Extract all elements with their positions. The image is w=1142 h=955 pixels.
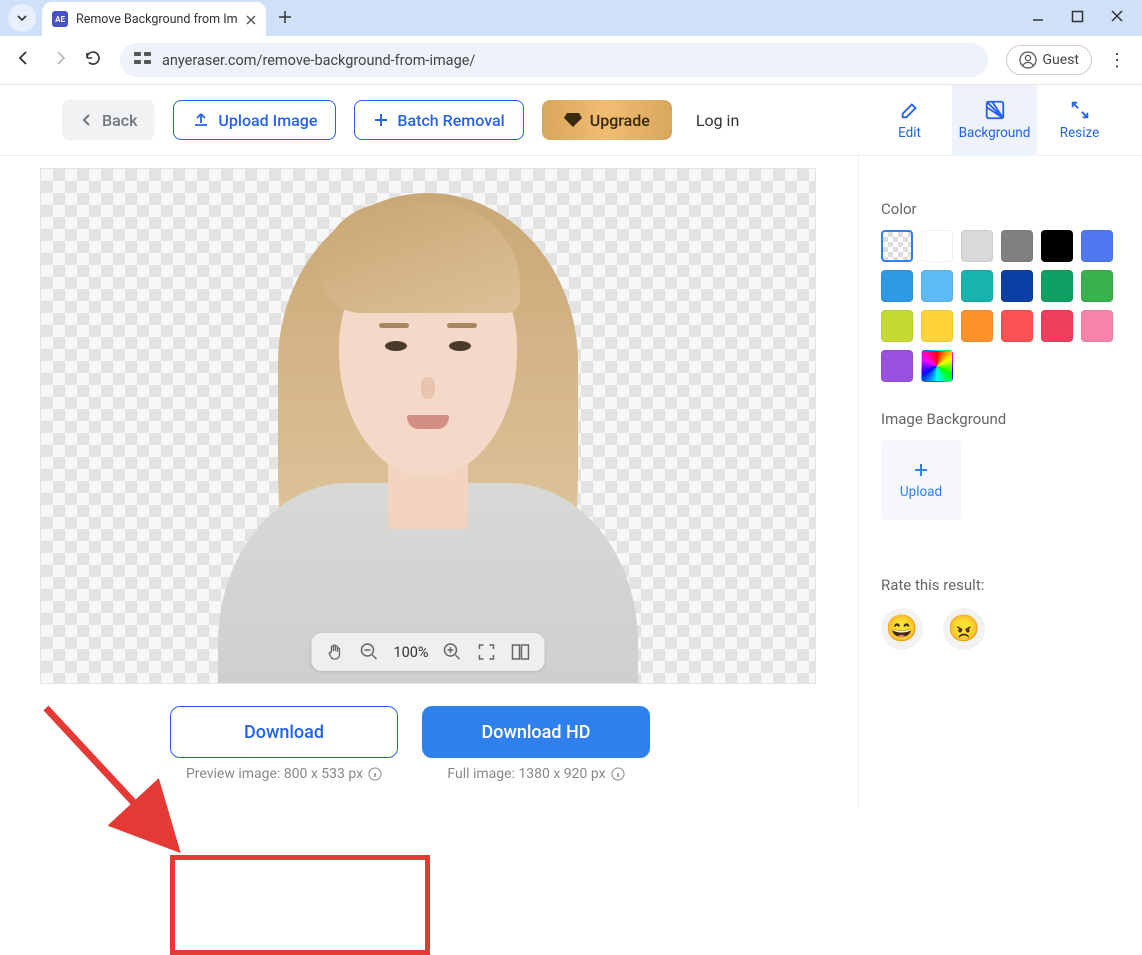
plus-icon	[912, 461, 930, 479]
resize-icon	[1069, 99, 1091, 121]
fit-screen-icon[interactable]	[477, 642, 497, 662]
download-hd-button[interactable]: Download HD	[422, 706, 650, 758]
nav-back-icon[interactable]	[12, 49, 36, 71]
color-swatch-37b24d[interactable]	[1081, 270, 1113, 302]
image-canvas[interactable]: 100%	[40, 168, 816, 684]
annotation-highlight	[170, 855, 430, 955]
new-tab-button[interactable]	[278, 9, 292, 28]
tab-background[interactable]: Background	[952, 85, 1037, 156]
color-swatch-transparent[interactable]	[881, 230, 913, 262]
info-icon[interactable]	[611, 767, 625, 781]
color-swatch-rainbow[interactable]	[921, 350, 953, 382]
download-button[interactable]: Download	[170, 706, 398, 758]
image-bg-section-label: Image Background	[881, 410, 1118, 428]
preview-dimensions: Preview image: 800 x 533 px	[186, 766, 382, 782]
upload-icon	[192, 111, 210, 129]
upgrade-button[interactable]: Upgrade	[542, 100, 672, 140]
tab-close-icon[interactable]	[246, 10, 256, 29]
diamond-icon	[564, 112, 582, 128]
login-link[interactable]: Log in	[696, 111, 739, 130]
background-icon	[984, 99, 1006, 121]
color-swatch-5cbbf2[interactable]	[921, 270, 953, 302]
profile-button[interactable]: Guest	[1006, 45, 1092, 75]
info-icon[interactable]	[368, 767, 382, 781]
color-swatch-808080[interactable]	[1001, 230, 1033, 262]
plus-icon	[373, 112, 389, 128]
color-swatch-d9d9d9[interactable]	[961, 230, 993, 262]
color-swatch-fa5252[interactable]	[1001, 310, 1033, 342]
url-text: anyeraser.com/remove-background-from-ima…	[162, 52, 475, 69]
rate-negative-button[interactable]: 😠	[943, 608, 985, 650]
zoom-in-icon[interactable]	[443, 642, 463, 662]
favicon-icon: AE	[52, 11, 68, 27]
color-swatch-grid	[881, 230, 1118, 382]
tab-edit[interactable]: Edit	[867, 85, 952, 156]
color-swatch-c5d934[interactable]	[881, 310, 913, 342]
color-swatch-9b51e0[interactable]	[881, 350, 913, 382]
tab-title: Remove Background from Im	[76, 12, 238, 27]
reload-icon[interactable]	[84, 49, 102, 71]
upload-image-button[interactable]: Upload Image	[173, 100, 336, 140]
color-swatch-0ea163[interactable]	[1041, 270, 1073, 302]
site-settings-icon[interactable]	[134, 51, 152, 69]
zoom-percent: 100%	[393, 644, 428, 661]
browser-tab[interactable]: AE Remove Background from Im	[42, 2, 266, 36]
upload-background-button[interactable]: Upload	[881, 440, 961, 520]
rate-section-label: Rate this result:	[881, 576, 1118, 594]
color-swatch-17b3ad[interactable]	[961, 270, 993, 302]
color-swatch-0a3fa3[interactable]	[1001, 270, 1033, 302]
window-maximize-icon[interactable]	[1071, 10, 1084, 27]
nav-forward-icon	[48, 49, 72, 71]
zoom-out-icon[interactable]	[359, 642, 379, 662]
pan-hand-icon[interactable]	[325, 642, 345, 662]
batch-removal-button[interactable]: Batch Removal	[354, 100, 523, 140]
zoom-toolbar: 100%	[311, 633, 544, 671]
tab-search-dropdown[interactable]	[8, 4, 36, 32]
color-swatch-5078f0[interactable]	[1081, 230, 1113, 262]
color-swatch-f783ac[interactable]	[1081, 310, 1113, 342]
tab-resize[interactable]: Resize	[1037, 85, 1122, 156]
chevron-left-icon	[80, 113, 94, 127]
window-minimize-icon[interactable]	[1031, 9, 1045, 27]
color-swatch-ffd43b[interactable]	[921, 310, 953, 342]
browser-menu-icon[interactable]: ⋮	[1104, 50, 1130, 71]
compare-icon[interactable]	[511, 642, 531, 662]
color-swatch-000000[interactable]	[1041, 230, 1073, 262]
subject-image	[198, 168, 658, 683]
rate-positive-button[interactable]: 😄	[881, 608, 923, 650]
edit-icon	[899, 99, 921, 121]
profile-label: Guest	[1043, 52, 1079, 68]
color-swatch-ffffff[interactable]	[921, 230, 953, 262]
back-button[interactable]: Back	[62, 100, 155, 140]
color-swatch-2f99e6[interactable]	[881, 270, 913, 302]
address-bar[interactable]: anyeraser.com/remove-background-from-ima…	[120, 43, 988, 77]
color-section-label: Color	[881, 200, 1118, 218]
full-dimensions: Full image: 1380 x 920 px	[447, 766, 624, 782]
color-swatch-f03e5e[interactable]	[1041, 310, 1073, 342]
window-close-icon[interactable]	[1110, 9, 1124, 27]
color-swatch-ff922b[interactable]	[961, 310, 993, 342]
